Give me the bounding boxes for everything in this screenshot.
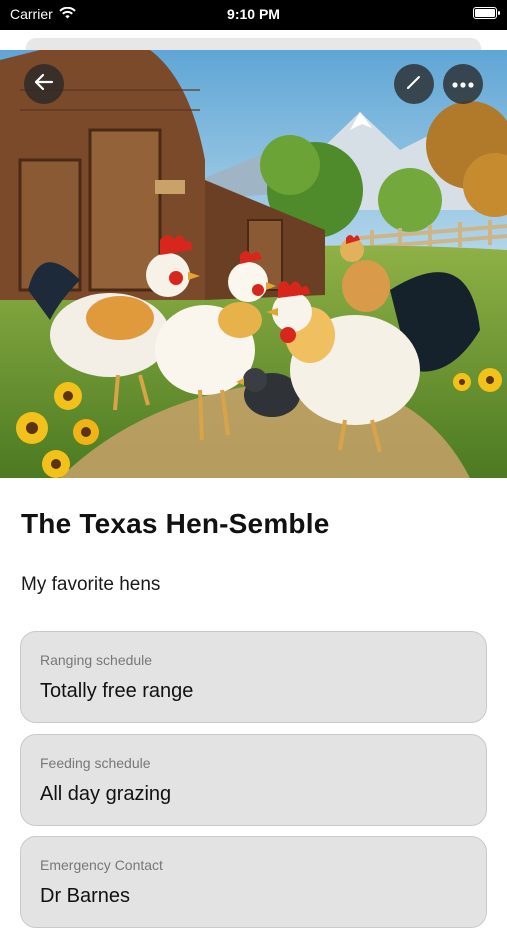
ellipsis-icon [452, 75, 474, 93]
back-button[interactable] [24, 64, 64, 104]
status-time: 9:10 PM [227, 6, 280, 22]
detail-label: Ranging schedule [40, 652, 153, 668]
detail-label: Feeding schedule [40, 755, 151, 771]
more-options-button[interactable] [443, 64, 483, 104]
hero-image [0, 50, 507, 478]
detail-card-feeding[interactable]: Feeding schedule All day grazing [20, 734, 487, 826]
detail-card-ranging[interactable]: Ranging schedule Totally free range [20, 631, 487, 723]
flock-description: My favorite hens [21, 574, 161, 595]
flock-title: The Texas Hen-Semble [21, 508, 330, 539]
pencil-icon [404, 72, 424, 97]
detail-value: All day grazing [40, 783, 172, 805]
detail-value: Dr Barnes [40, 885, 131, 907]
arrow-left-icon [33, 71, 55, 98]
edit-button[interactable] [394, 64, 434, 104]
detail-card-emergency-contact[interactable]: Emergency Contact Dr Barnes [20, 836, 487, 928]
detail-label: Emergency Contact [40, 857, 163, 873]
detail-value: Totally free range [40, 680, 194, 702]
status-bar: Carrier 9:10 PM [0, 0, 507, 30]
battery-icon [473, 7, 500, 19]
